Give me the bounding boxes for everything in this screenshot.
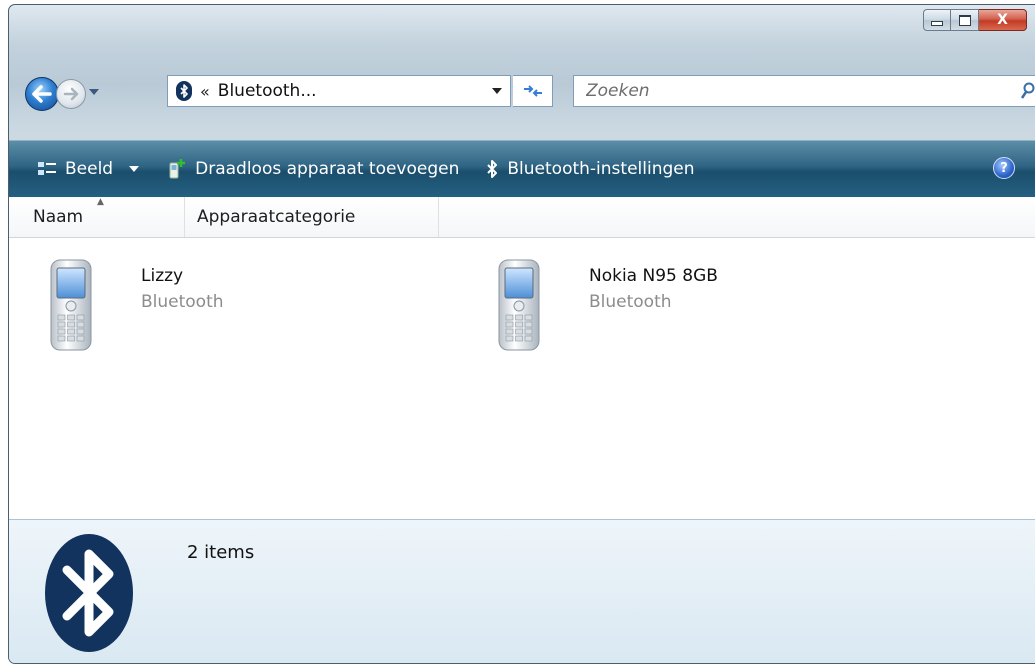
file-list: ▲ Naam Apparaatcategorie Lizzy Bluetooth… <box>9 197 1035 519</box>
command-bar: Beeld Draadloos apparaat toevoegen Bluet… <box>9 140 1035 198</box>
device-category: Bluetooth <box>589 292 672 312</box>
column-name-label: Naam <box>33 207 84 227</box>
view-button[interactable]: Beeld <box>37 159 140 179</box>
recent-pages-dropdown[interactable] <box>89 89 99 95</box>
forward-button[interactable] <box>56 79 86 109</box>
minimize-icon <box>931 21 943 26</box>
device-category: Bluetooth <box>141 292 224 312</box>
details-pane: 2 items <box>9 519 1035 663</box>
item-count: 2 items <box>187 542 255 563</box>
view-label: Beeld <box>65 159 114 179</box>
list-item[interactable]: Nokia N95 8GB Bluetooth <box>493 258 718 354</box>
minimize-button[interactable] <box>923 9 951 31</box>
maximize-button[interactable] <box>951 9 979 31</box>
close-icon: X <box>997 12 1008 28</box>
bluetooth-icon <box>176 81 192 101</box>
caption-buttons: X <box>923 9 1027 31</box>
address-bar[interactable]: « Bluetooth... <box>167 75 511 107</box>
help-icon[interactable]: ? <box>993 157 1015 179</box>
sort-ascending-icon: ▲ <box>97 197 104 207</box>
breadcrumb-overflow-icon[interactable]: « <box>200 82 210 101</box>
breadcrumb-path[interactable]: Bluetooth... <box>218 81 317 101</box>
bluetooth-settings-label: Bluetooth-instellingen <box>507 159 695 179</box>
mobile-phone-icon <box>498 259 540 351</box>
column-category-label: Apparaatcategorie <box>197 207 356 227</box>
bluetooth-settings-icon <box>487 160 498 178</box>
bluetooth-settings-button[interactable]: Bluetooth-instellingen <box>485 159 695 179</box>
device-name: Nokia N95 8GB <box>589 266 718 286</box>
add-wireless-device-button[interactable]: Draadloos apparaat toevoegen <box>165 158 459 180</box>
close-button[interactable]: X <box>979 9 1027 31</box>
view-dropdown-icon[interactable] <box>129 166 140 172</box>
address-row: « Bluetooth... <box>9 71 1035 111</box>
column-header-name[interactable]: ▲ Naam <box>9 197 185 237</box>
list-item[interactable]: Lizzy Bluetooth <box>45 258 224 354</box>
column-header-category[interactable]: Apparaatcategorie <box>185 197 439 237</box>
device-name: Lizzy <box>141 266 184 286</box>
refresh-icon <box>523 85 542 97</box>
search-box[interactable] <box>573 75 1035 107</box>
add-device-label: Draadloos apparaat toevoegen <box>195 159 460 179</box>
address-dropdown-icon[interactable] <box>492 88 502 94</box>
search-icon <box>1020 82 1035 99</box>
help-glyph: ? <box>1000 160 1008 176</box>
explorer-window: X « Bluetooth... Zoeken Beeld Draadloos … <box>8 4 1035 664</box>
mobile-phone-icon <box>50 259 92 351</box>
search-input[interactable] <box>584 80 988 102</box>
refresh-button[interactable] <box>513 75 553 107</box>
column-headers: ▲ Naam Apparaatcategorie <box>9 197 1035 238</box>
forward-arrow-icon <box>63 87 79 101</box>
back-arrow-icon <box>32 85 52 103</box>
add-device-icon <box>169 159 186 179</box>
maximize-icon <box>958 14 971 26</box>
view-icon <box>38 162 56 175</box>
bluetooth-logo-icon <box>45 534 133 652</box>
back-button[interactable] <box>25 77 59 111</box>
